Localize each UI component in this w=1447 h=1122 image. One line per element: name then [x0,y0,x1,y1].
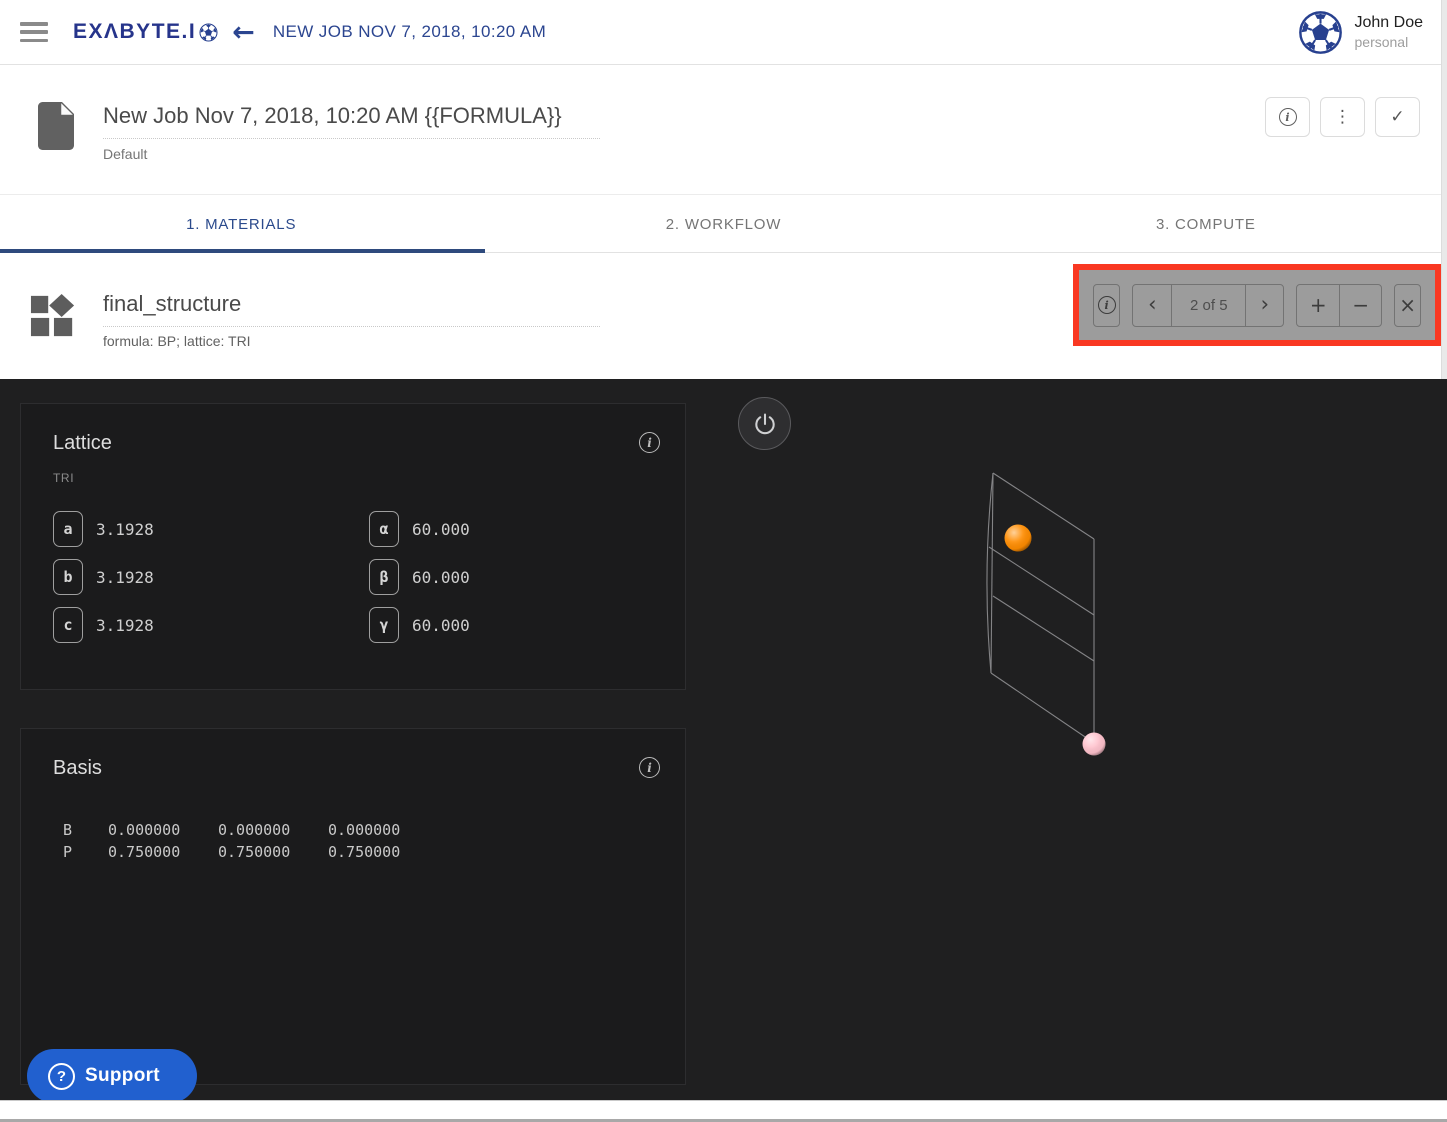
param-value: 3.1928 [96,520,154,539]
param-label: c [53,607,83,643]
basis-y: 0.750000 [218,842,328,864]
add-material-button[interactable]: + [1297,285,1339,326]
support-label: Support [85,1065,160,1087]
param-value: 60.000 [412,616,470,635]
basis-atom-row: B 0.000000 0.000000 0.000000 [63,820,685,842]
pager-label: 2 of 5 [1171,285,1245,326]
material-add-remove-group: + − [1296,284,1382,327]
atom-B [1083,733,1106,756]
basis-element: B [63,820,108,842]
soccer-ball-icon [199,23,218,42]
user-account: personal [1355,33,1424,51]
file-icon [38,102,74,150]
avatar [1298,10,1343,55]
param-label: a [53,511,83,547]
basis-table: B 0.000000 0.000000 0.000000 P 0.750000 … [63,820,685,863]
exabyte-logo[interactable]: EXΛBYTE.I [73,20,218,44]
job-header: New Job Nov 7, 2018, 10:20 AM {{FORMULA}… [0,66,1447,195]
material-header: final_structure formula: BP; lattice: TR… [0,253,1447,379]
logo-text: EXΛBYTE.I [73,20,196,44]
material-name[interactable]: final_structure [103,291,600,327]
pager-next-button[interactable]: › [1245,285,1283,326]
basis-element: P [63,842,108,864]
basis-title: Basis [53,757,685,780]
tab-workflow[interactable]: 2. WORKFLOW [482,196,964,252]
tab-compute[interactable]: 3. COMPUTE [965,196,1447,252]
topbar-job-title: NEW JOB NOV 7, 2018, 10:20 AM [273,22,546,42]
basis-y: 0.000000 [218,820,328,842]
basis-info-icon[interactable]: i [639,757,660,778]
param-value: 3.1928 [96,568,154,587]
param-label: γ [369,607,399,643]
crystal-structure-3d-view[interactable] [700,379,1447,1100]
job-submit-button[interactable]: ✓ [1375,97,1420,137]
param-value: 3.1928 [96,616,154,635]
param-label: β [369,559,399,595]
close-material-button[interactable]: × [1394,284,1421,327]
vertical-scrollbar-track[interactable] [1441,0,1447,379]
basis-atom-row: P 0.750000 0.750000 0.750000 [63,842,685,864]
lattice-param-b: b 3.1928 [53,559,369,595]
info-icon: i [1098,296,1116,314]
lattice-param-alpha: α 60.000 [369,511,685,547]
basis-z: 0.750000 [328,842,438,864]
basis-x: 0.750000 [108,842,218,864]
param-value: 60.000 [412,520,470,539]
lattice-title: Lattice [53,432,685,455]
material-viewer-workspace: Lattice i TRI a 3.1928 b 3.1928 c 3.1928 [0,379,1447,1100]
question-icon: ? [48,1063,75,1090]
job-subtitle: Default [103,146,600,162]
user-menu[interactable]: John Doe personal [1298,10,1424,55]
lattice-param-a: a 3.1928 [53,511,369,547]
lattice-info-icon[interactable]: i [639,432,660,453]
lattice-panel: Lattice i TRI a 3.1928 b 3.1928 c 3.1928 [20,403,686,690]
job-more-button[interactable]: ⋮ [1320,97,1365,137]
unit-cell-wireframe [987,473,1094,743]
tab-materials[interactable]: 1. MATERIALS [0,196,482,252]
param-value: 60.000 [412,568,470,587]
back-arrow-icon[interactable]: ← [232,19,255,46]
job-info-button[interactable]: i [1265,97,1310,137]
material-toolbar-highlighted: i ‹ 2 of 5 › + − × [1073,264,1441,346]
support-button[interactable]: ? Support [27,1049,197,1103]
lattice-param-c: c 3.1928 [53,607,369,643]
material-icon [30,293,76,339]
material-info-button[interactable]: i [1093,284,1120,327]
material-pager: ‹ 2 of 5 › [1132,284,1284,327]
lattice-type: TRI [53,471,685,485]
basis-x: 0.000000 [108,820,218,842]
basis-z: 0.000000 [328,820,438,842]
remove-material-button[interactable]: − [1339,285,1381,326]
user-name: John Doe [1355,13,1424,34]
atom-P [1005,525,1032,552]
workflow-step-tabs: 1. MATERIALS 2. WORKFLOW 3. COMPUTE [0,196,1447,253]
job-actions: i ⋮ ✓ [1265,97,1420,137]
lattice-param-gamma: γ 60.000 [369,607,685,643]
material-subtitle: formula: BP; lattice: TRI [103,333,600,349]
pager-prev-button[interactable]: ‹ [1133,285,1171,326]
lattice-param-beta: β 60.000 [369,559,685,595]
top-app-bar: EXΛBYTE.I ← NEW JOB NOV 7, 2018, 10:20 A… [0,0,1447,65]
horizontal-scrollbar-track[interactable] [0,1100,1447,1122]
info-icon: i [1279,108,1297,126]
param-label: b [53,559,83,595]
param-label: α [369,511,399,547]
menu-icon[interactable] [20,22,48,42]
basis-panel: Basis i B 0.000000 0.000000 0.000000 P 0… [20,728,686,1085]
job-title[interactable]: New Job Nov 7, 2018, 10:20 AM {{FORMULA}… [103,103,600,139]
